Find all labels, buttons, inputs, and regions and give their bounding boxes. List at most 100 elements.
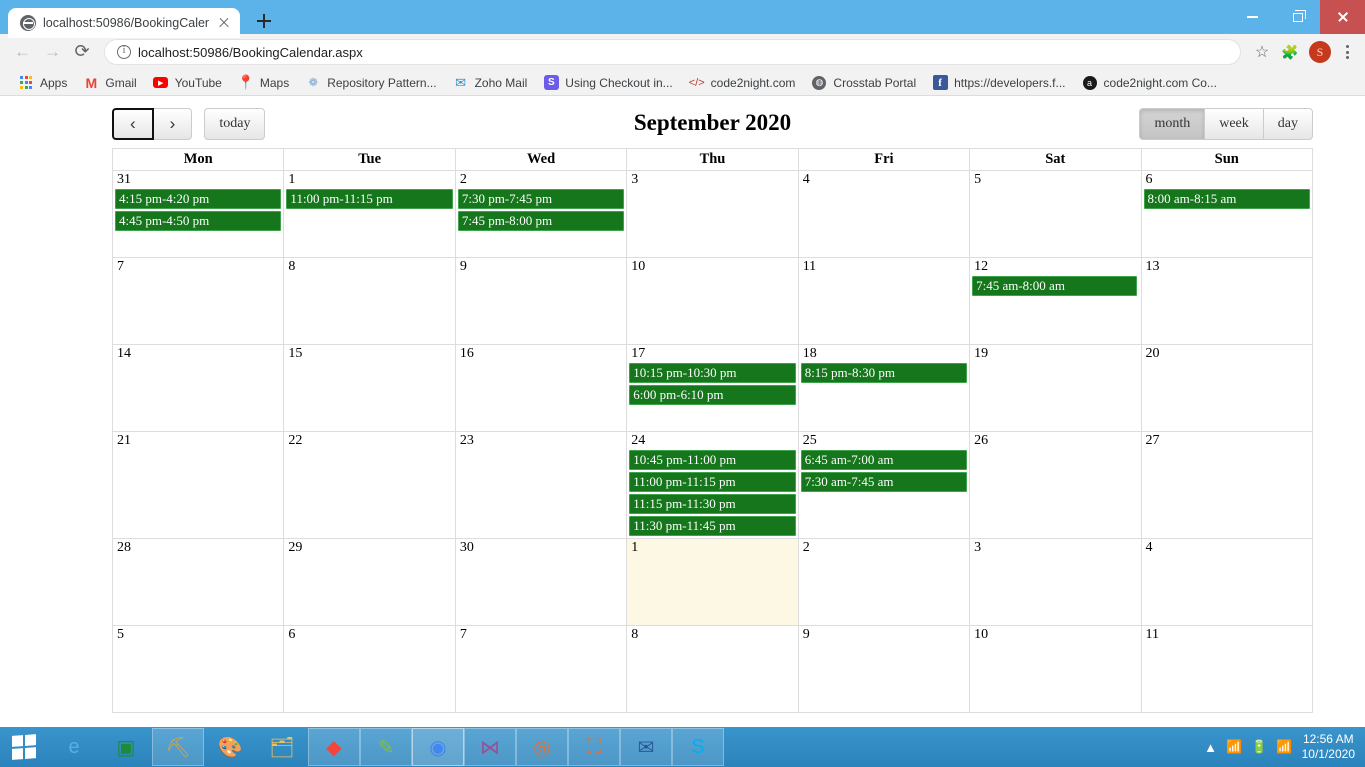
info-circle-icon[interactable] bbox=[117, 45, 131, 59]
browser-tab[interactable]: localhost:50986/BookingCalenda bbox=[8, 8, 240, 38]
taskbar-item-sublime-merge[interactable]: ◆ bbox=[308, 728, 360, 766]
calendar-day-cell[interactable]: 3 bbox=[626, 170, 799, 258]
calendar-day-cell[interactable]: 28 bbox=[111, 538, 285, 626]
calendar-event[interactable]: 4:45 pm-4:50 pm bbox=[115, 211, 282, 231]
calendar-event[interactable]: 6:00 pm-6:10 pm bbox=[629, 385, 796, 405]
battery-icon[interactable]: 🔋 bbox=[1251, 739, 1267, 755]
calendar-day-cell[interactable]: 21 bbox=[111, 431, 285, 539]
taskbar-item-sql-server-tools[interactable]: ⛏ bbox=[152, 728, 204, 766]
taskbar-item-screenshot-tool[interactable]: ◎ bbox=[516, 728, 568, 766]
address-bar[interactable]: localhost:50986/BookingCalendar.aspx bbox=[104, 39, 1241, 65]
taskbar-item-file-explorer[interactable]: 🗂 bbox=[256, 728, 308, 766]
close-button[interactable] bbox=[1320, 0, 1365, 34]
calendar-event[interactable]: 4:15 pm-4:20 pm bbox=[115, 189, 282, 209]
calendar-day-cell[interactable]: 26 bbox=[969, 431, 1142, 539]
calendar-day-cell[interactable]: 7 bbox=[111, 257, 285, 345]
taskbar-item-microsoft-store[interactable]: ▣ bbox=[100, 728, 152, 766]
calendar-day-cell[interactable]: 1 11:00 pm-11:15 pm bbox=[283, 170, 456, 258]
calendar-day-cell[interactable]: 7 bbox=[454, 625, 628, 713]
chevron-up-icon[interactable]: ▲ bbox=[1204, 740, 1217, 755]
calendar-day-cell[interactable]: 23 bbox=[454, 431, 628, 539]
bookmark-repository-pattern[interactable]: ❁ Repository Pattern... bbox=[297, 73, 444, 93]
bookmark-using-checkout[interactable]: S Using Checkout in... bbox=[535, 73, 680, 93]
taskbar-item-internet-explorer[interactable]: e bbox=[48, 728, 100, 766]
bookmark-code2night-co[interactable]: a code2night.com Co... bbox=[1074, 73, 1225, 93]
calendar-day-cell[interactable]: 8 bbox=[626, 625, 799, 713]
calendar-day-cell[interactable]: 30 bbox=[454, 538, 628, 626]
star-icon[interactable]: ☆ bbox=[1249, 42, 1275, 62]
calendar-day-cell[interactable]: 11 bbox=[1140, 625, 1314, 713]
calendar-day-cell[interactable]: 13 bbox=[1140, 257, 1314, 345]
bookmark-youtube[interactable]: ▶ YouTube bbox=[145, 73, 230, 93]
calendar-day-cell[interactable]: 27 bbox=[1140, 431, 1314, 539]
calendar-day-cell[interactable]: 6 8:00 am-8:15 am bbox=[1140, 170, 1314, 258]
back-button[interactable] bbox=[8, 38, 36, 66]
calendar-event[interactable]: 6:45 am-7:00 am bbox=[800, 450, 968, 470]
start-button[interactable] bbox=[0, 727, 48, 767]
calendar-event[interactable]: 8:15 pm-8:30 pm bbox=[800, 363, 968, 383]
puzzle-icon[interactable]: 🧩 bbox=[1277, 44, 1303, 61]
calendar-day-cell[interactable]: 5 bbox=[969, 170, 1142, 258]
bookmark-crosstab-portal[interactable]: ◍ Crosstab Portal bbox=[803, 73, 924, 93]
bookmark-developers-facebook[interactable]: f https://developers.f... bbox=[924, 73, 1073, 93]
taskbar-item-paint[interactable]: 🎨 bbox=[204, 728, 256, 766]
view-day-button[interactable]: day bbox=[1263, 108, 1313, 140]
taskbar-item-notepadpp[interactable]: ✎ bbox=[360, 728, 412, 766]
taskbar-item-snipping-tool[interactable]: ⛶ bbox=[568, 728, 620, 766]
calendar-day-cell[interactable]: 20 bbox=[1140, 344, 1314, 432]
avatar[interactable]: S bbox=[1309, 41, 1331, 63]
calendar-day-cell[interactable]: 9 bbox=[797, 625, 971, 713]
network-error-icon[interactable]: 📶 bbox=[1226, 739, 1242, 755]
calendar-event[interactable]: 11:30 pm-11:45 pm bbox=[629, 516, 796, 536]
minimize-button[interactable] bbox=[1230, 0, 1275, 34]
bookmark-apps[interactable]: Apps bbox=[10, 73, 75, 93]
calendar-event[interactable]: 7:45 am-8:00 am bbox=[972, 276, 1138, 296]
calendar-day-cell[interactable]: 2 7:30 pm-7:45 pm 7:45 pm-8:00 pm bbox=[454, 170, 628, 258]
bookmark-gmail[interactable]: M Gmail bbox=[75, 73, 144, 93]
view-week-button[interactable]: week bbox=[1205, 108, 1264, 140]
calendar-day-cell[interactable]: 16 bbox=[454, 344, 628, 432]
kebab-menu-icon[interactable] bbox=[1337, 45, 1357, 59]
calendar-day-cell[interactable]: 12 7:45 am-8:00 am bbox=[969, 257, 1142, 345]
calendar-day-cell[interactable]: 14 bbox=[111, 344, 285, 432]
calendar-event[interactable]: 10:45 pm-11:00 pm bbox=[629, 450, 796, 470]
calendar-day-cell[interactable]: 22 bbox=[283, 431, 456, 539]
calendar-event[interactable]: 11:00 pm-11:15 pm bbox=[286, 189, 453, 209]
calendar-event[interactable]: 7:30 am-7:45 am bbox=[800, 472, 968, 492]
taskbar-item-visual-studio[interactable]: ⋈ bbox=[464, 728, 516, 766]
volume-icon[interactable]: 📶 bbox=[1276, 739, 1292, 755]
calendar-day-cell[interactable]: 6 bbox=[283, 625, 456, 713]
bookmark-code2night[interactable]: </> code2night.com bbox=[681, 73, 804, 93]
taskbar-item-skype[interactable]: S bbox=[672, 728, 724, 766]
calendar-day-cell[interactable]: 15 bbox=[283, 344, 456, 432]
calendar-day-cell[interactable]: 9 bbox=[454, 257, 628, 345]
taskbar-item-chrome[interactable]: ◉ bbox=[412, 728, 464, 766]
calendar-day-cell[interactable]: 29 bbox=[283, 538, 456, 626]
new-tab-button[interactable] bbox=[250, 7, 278, 35]
calendar-day-cell[interactable]: 4 bbox=[1140, 538, 1314, 626]
calendar-event[interactable]: 11:15 pm-11:30 pm bbox=[629, 494, 796, 514]
maximize-button[interactable] bbox=[1275, 0, 1320, 34]
calendar-day-cell[interactable]: 5 bbox=[111, 625, 285, 713]
clock[interactable]: 12:56 AM 10/1/2020 bbox=[1302, 732, 1355, 762]
calendar-day-cell[interactable]: 17 10:15 pm-10:30 pm 6:00 pm-6:10 pm bbox=[626, 344, 799, 432]
view-month-button[interactable]: month bbox=[1139, 108, 1206, 140]
calendar-day-cell[interactable]: 3 bbox=[969, 538, 1142, 626]
calendar-day-cell[interactable]: 19 bbox=[969, 344, 1142, 432]
calendar-day-cell[interactable]: 18 8:15 pm-8:30 pm bbox=[797, 344, 971, 432]
calendar-day-cell[interactable]: 10 bbox=[969, 625, 1142, 713]
bookmark-zoho-mail[interactable]: ✉ Zoho Mail bbox=[445, 73, 536, 93]
calendar-day-cell[interactable]: 8 bbox=[283, 257, 456, 345]
close-icon[interactable] bbox=[216, 15, 232, 31]
calendar-event[interactable]: 11:00 pm-11:15 pm bbox=[629, 472, 796, 492]
calendar-event[interactable]: 7:45 pm-8:00 pm bbox=[457, 211, 625, 231]
calendar-day-cell[interactable]: 1 bbox=[626, 538, 799, 626]
calendar-day-cell[interactable]: 11 bbox=[797, 257, 971, 345]
calendar-day-cell[interactable]: 2 bbox=[797, 538, 971, 626]
calendar-day-cell[interactable]: 24 10:45 pm-11:00 pm 11:00 pm-11:15 pm 11:1… bbox=[626, 431, 799, 539]
forward-button[interactable] bbox=[38, 38, 66, 66]
calendar-event[interactable]: 10:15 pm-10:30 pm bbox=[629, 363, 796, 383]
calendar-day-cell[interactable]: 25 6:45 am-7:00 am 7:30 am-7:45 am bbox=[797, 431, 971, 539]
bookmark-maps[interactable]: 📍 Maps bbox=[230, 73, 297, 93]
calendar-event[interactable]: 8:00 am-8:15 am bbox=[1143, 189, 1310, 209]
